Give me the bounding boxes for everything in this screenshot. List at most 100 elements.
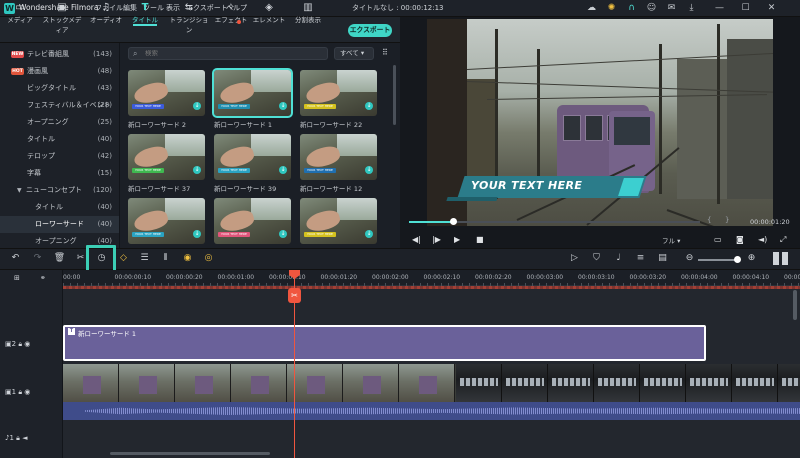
zoom-out-icon[interactable]: ⊖ (683, 252, 696, 265)
export-button[interactable]: エクスポート (348, 24, 392, 37)
panel-layout-icon[interactable] (773, 252, 779, 265)
title-template-card[interactable]: YOUR TEXT HERE ↓ 新ローワーサード 1 (212, 68, 293, 129)
panel-layout-icon-2[interactable] (782, 252, 788, 265)
category-telop[interactable]: テロップ (42) (0, 148, 119, 165)
download-icon[interactable]: ↓ (279, 102, 287, 110)
title-template-card[interactable]: YOUR TEXT HERE↓新ローワーサード 5 (300, 198, 377, 248)
tab-titles[interactable]: T タイトル (125, 2, 165, 26)
title-template-card[interactable]: YOUR TEXT HERE↓新ローワーサード 3 (128, 198, 205, 248)
delete-icon[interactable]: 🗑 (53, 252, 66, 265)
scissors-icon[interactable]: ✂ (288, 288, 301, 303)
tab-transitions[interactable]: ⇆ トランジション (167, 2, 211, 34)
timeline-vertical-scrollbar[interactable] (793, 290, 797, 320)
title-template-card[interactable]: YOUR TEXT HERE ↓ 新ローワーサード 12 (300, 134, 377, 193)
headset-icon[interactable]: ∩ (626, 3, 637, 14)
category-opening[interactable]: オープニング (25) (0, 114, 119, 131)
zoom-slider-track[interactable] (698, 259, 738, 261)
eye-icon[interactable]: ◉ (24, 340, 30, 348)
eye-icon[interactable]: ◉ (24, 388, 30, 396)
snapshot-camera-icon[interactable]: ◙ (736, 235, 744, 244)
speaker-icon[interactable]: ◄ (22, 434, 27, 442)
lock-icon[interactable]: 🔒︎ (18, 340, 22, 348)
maximize-icon[interactable]: ☐ (740, 3, 751, 14)
category-big-title[interactable]: ビッグタイトル (43) (0, 80, 119, 97)
render-icon[interactable]: ▷ (568, 252, 581, 265)
lock-icon[interactable]: 🔒︎ (18, 388, 22, 396)
stop-icon[interactable]: ■ (476, 235, 484, 244)
thumbnail-hand (132, 79, 170, 107)
mark-out-icon[interactable]: } (725, 216, 729, 224)
download-icon[interactable]: ↓ (365, 230, 373, 238)
download-icon[interactable]: ↓ (365, 102, 373, 110)
search-input[interactable] (145, 50, 315, 57)
download-icon[interactable]: ↓ (193, 230, 201, 238)
volume-icon[interactable]: ◄) (758, 235, 767, 244)
zoom-in-icon[interactable]: ⊕ (745, 252, 758, 265)
category-festival[interactable]: フェスティバル＆イベント (28) (0, 97, 119, 114)
title-template-card[interactable]: YOUR TEXT HERE↓新ローワーサード 4 (214, 198, 291, 248)
category-tv-style[interactable]: NEW テレビ番組風 (143) (0, 46, 119, 63)
title-template-card[interactable]: YOUR TEXT HERE ↓ 新ローワーサード 2 (128, 70, 205, 129)
category-title[interactable]: タイトル (40) (0, 131, 119, 148)
speed-icon[interactable]: ◷ (95, 252, 108, 265)
zoom-slider-knob[interactable] (734, 256, 741, 263)
undo-icon[interactable]: ↶ (9, 252, 22, 265)
bulb-icon[interactable]: ✺ (606, 3, 617, 14)
microphone-icon[interactable]: ♩ (612, 252, 625, 265)
grid-view-icon[interactable]: ⠿ (382, 48, 388, 57)
download-icon[interactable]: ↓ (279, 166, 287, 174)
adjust-icon[interactable]: ☰ (138, 252, 151, 265)
subtitle-icon[interactable]: ▤ (656, 252, 669, 265)
category-new-concept[interactable]: ▼ ニューコンセプト (120) (0, 182, 119, 199)
category-manga[interactable]: HOT 漫画風 (48) (0, 63, 119, 80)
keyframe-icon[interactable]: ◇ (117, 252, 130, 265)
subcategory-title[interactable]: タイトル (40) (0, 199, 119, 216)
auto-beat-icon[interactable]: ◎ (202, 252, 215, 265)
quality-select[interactable]: フル ▾ (662, 235, 702, 245)
download-icon[interactable]: ↓ (193, 166, 201, 174)
link-icon[interactable]: ⚭ (40, 274, 46, 282)
account-icon[interactable]: ☺ (646, 3, 657, 14)
step-back-icon[interactable]: ◀| (412, 235, 421, 244)
cloud-icon[interactable]: ☁ (586, 3, 597, 14)
timeline-horizontal-scrollbar[interactable] (110, 452, 270, 455)
minimize-icon[interactable]: — (714, 3, 725, 14)
notification-icon[interactable]: ✉ (666, 3, 677, 14)
monitor-icon[interactable]: ▭ (714, 235, 722, 244)
split-audio-icon[interactable]: ⦀ (159, 252, 172, 265)
close-icon[interactable]: ✕ (766, 3, 777, 14)
tab-elements[interactable]: ◈ エレメント (249, 2, 289, 24)
download-icon[interactable]: ↓ (279, 230, 287, 238)
download-icon[interactable]: ↓ (193, 102, 201, 110)
step-forward-icon[interactable]: |▶ (432, 235, 441, 244)
download-icon[interactable]: ⤓ (686, 3, 697, 14)
tab-split-screen[interactable]: ▥ 分割表示 (288, 2, 328, 24)
fullscreen-icon[interactable]: ⤢ (780, 235, 786, 245)
download-icon[interactable]: ↓ (365, 166, 373, 174)
search-box[interactable]: ⌕ (128, 47, 328, 60)
title-template-card[interactable]: YOUR TEXT HERE ↓ 新ローワーサード 39 (214, 134, 291, 193)
subcategory-lower-third[interactable]: ローワーサード (40) (0, 216, 119, 233)
preview-progress-knob[interactable] (449, 218, 457, 225)
video-clip[interactable] (63, 364, 800, 402)
auto-enhance-icon[interactable]: ◉ (181, 252, 194, 265)
gallery-scrollbar[interactable] (393, 65, 396, 125)
title-template-card[interactable]: YOUR TEXT HERE ↓ 新ローワーサード 22 (300, 70, 377, 129)
lower-third-text[interactable]: YOUR TEXT HERE (471, 179, 582, 192)
mark-in-icon[interactable]: { (707, 216, 711, 224)
voiceover-icon[interactable]: ≡ (634, 252, 647, 265)
title-clip[interactable] (63, 325, 706, 361)
tab-stock-media[interactable]: ▣ ストックメディア (42, 2, 82, 34)
title-template-card[interactable]: YOUR TEXT HERE ↓ 新ローワーサード 37 (128, 134, 205, 193)
tab-media[interactable]: ▭ メディア (0, 2, 40, 24)
tab-effects[interactable]: ✧ エフェクト (211, 2, 251, 24)
redo-icon[interactable]: ↷ (31, 252, 44, 265)
lock-icon[interactable]: 🔒︎ (16, 434, 20, 442)
filter-select[interactable]: すべて ▾ (334, 47, 374, 60)
category-subtitles[interactable]: 字幕 (15) (0, 165, 119, 182)
play-icon[interactable]: ▶ (454, 235, 460, 244)
tab-audio[interactable]: ♫ オーディオ (86, 2, 126, 24)
add-track-icon[interactable]: ⊞ (14, 274, 20, 282)
ruler-tick-label: 00:00:03:00 (526, 274, 564, 281)
marker-icon[interactable]: ⛉ (590, 252, 603, 265)
